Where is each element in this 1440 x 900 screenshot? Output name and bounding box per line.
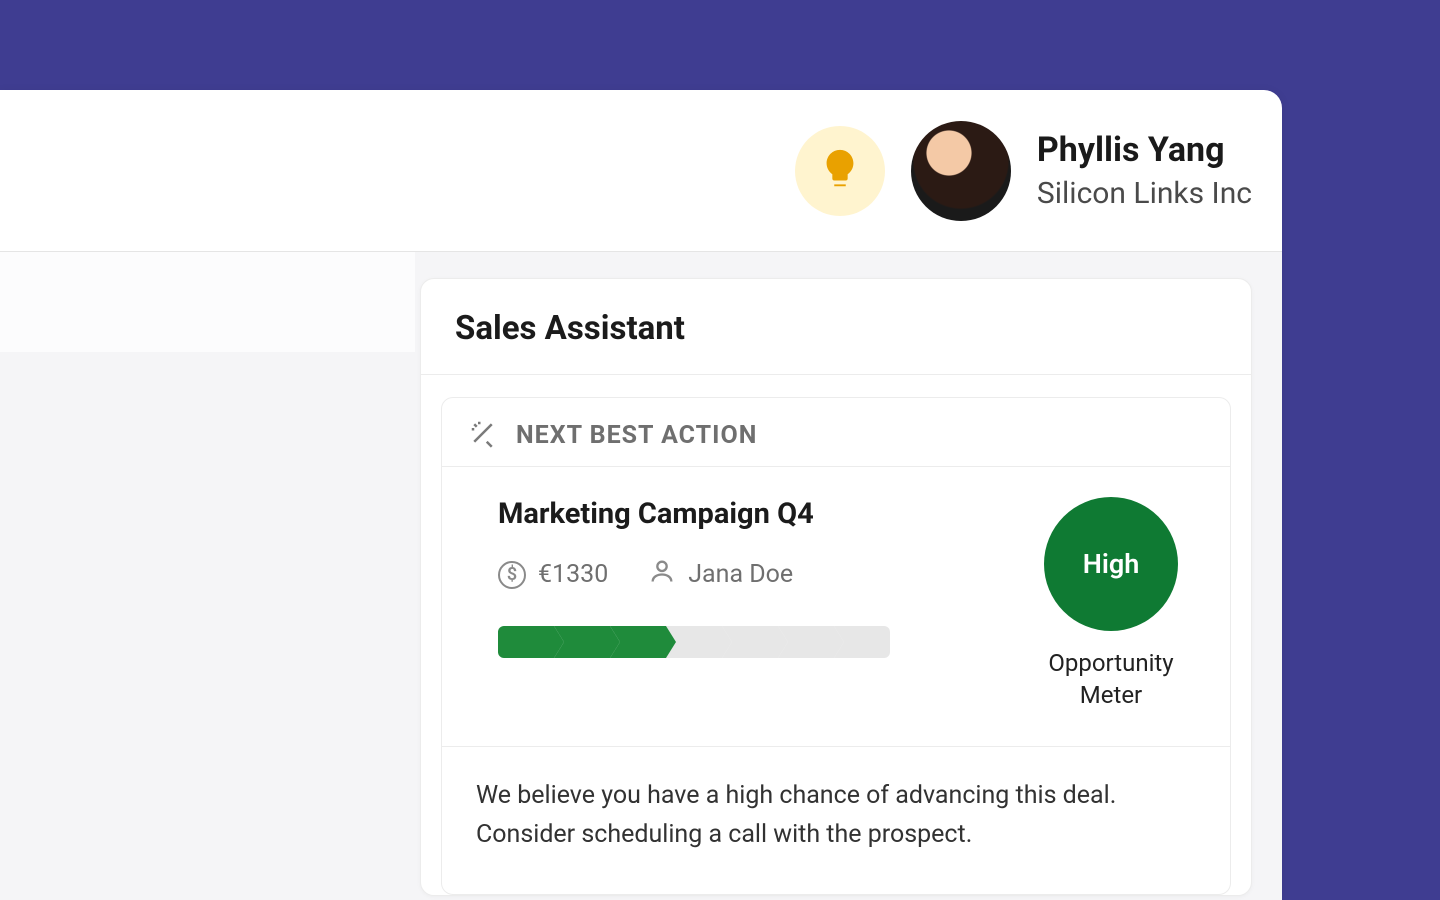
magic-wand-icon	[468, 418, 498, 452]
currency-icon: $	[498, 561, 526, 589]
pipeline-stages[interactable]	[498, 626, 890, 658]
nba-advice-text: We believe you have a high chance of adv…	[442, 747, 1230, 895]
stage-1[interactable]	[498, 626, 554, 658]
sales-assistant-panel: Sales Assistant NEXT BEST ACTION Marketi…	[420, 278, 1252, 896]
meter-badge: High	[1044, 497, 1178, 631]
user-company: Silicon Links Inc	[1037, 175, 1252, 213]
deal-owner: Jana Doe	[648, 557, 793, 592]
nba-details: Marketing Campaign Q4 $ €1330 Jana Doe	[498, 497, 996, 712]
content-area: Sales Assistant NEXT BEST ACTION Marketi…	[0, 252, 1282, 900]
deal-title: Marketing Campaign Q4	[498, 497, 996, 531]
left-gutter	[0, 252, 415, 352]
app-header: Phyllis Yang Silicon Links Inc	[0, 90, 1282, 252]
deal-amount-value: €1330	[538, 560, 608, 589]
nba-header: NEXT BEST ACTION	[442, 398, 1230, 467]
opportunity-meter: High Opportunity Meter	[1026, 497, 1196, 712]
panel-title: Sales Assistant	[455, 309, 1217, 348]
nba-body: Marketing Campaign Q4 $ €1330 Jana Doe	[442, 467, 1230, 747]
deal-owner-name: Jana Doe	[688, 560, 793, 589]
next-best-action-card: NEXT BEST ACTION Marketing Campaign Q4 $…	[441, 397, 1231, 895]
meter-caption: Opportunity Meter	[1026, 647, 1196, 712]
deal-meta: $ €1330 Jana Doe	[498, 557, 996, 592]
deal-amount: $ €1330	[498, 560, 608, 589]
app-window: Phyllis Yang Silicon Links Inc Sales Ass…	[0, 90, 1282, 900]
insights-button[interactable]	[795, 126, 885, 216]
user-name: Phyllis Yang	[1037, 129, 1252, 172]
avatar[interactable]	[911, 121, 1011, 221]
nba-section-label: NEXT BEST ACTION	[516, 421, 757, 450]
lightbulb-icon	[817, 146, 863, 196]
meter-caption-2: Meter	[1080, 681, 1142, 709]
panel-header: Sales Assistant	[421, 279, 1251, 375]
person-icon	[648, 557, 676, 592]
meter-caption-1: Opportunity	[1048, 649, 1173, 677]
user-block: Phyllis Yang Silicon Links Inc	[1037, 129, 1252, 213]
